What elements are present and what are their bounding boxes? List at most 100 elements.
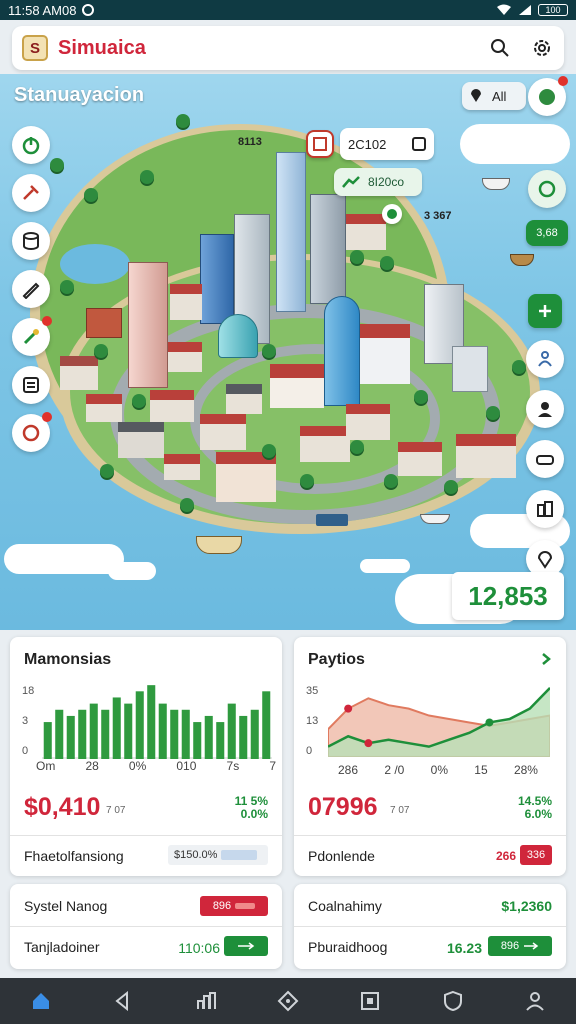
puzzle-icon — [22, 424, 40, 442]
summary-card-right[interactable]: Coalnahimy $1,2360 Pburaidhoog 16.23 896 — [294, 884, 566, 969]
tower — [324, 296, 360, 406]
database-icon — [23, 232, 39, 250]
power-button[interactable] — [12, 126, 50, 164]
add-button[interactable] — [528, 294, 562, 328]
check-marker[interactable] — [382, 204, 402, 224]
chevron-right-icon[interactable] — [540, 653, 552, 665]
house — [86, 308, 122, 338]
x-tick: 286 — [338, 763, 359, 777]
house — [226, 384, 262, 414]
profile-icon[interactable] — [515, 981, 555, 1021]
bar — [124, 703, 133, 759]
bar-chart — [42, 685, 272, 759]
growth-chip[interactable]: 8I20co — [334, 168, 422, 196]
tree — [132, 394, 146, 408]
row-value-pill[interactable]: 336 — [520, 845, 552, 865]
map-marker-chip[interactable] — [306, 130, 334, 158]
box-icon — [412, 137, 426, 151]
home-icon[interactable] — [21, 981, 61, 1021]
back-icon[interactable] — [103, 981, 143, 1021]
data-point — [364, 739, 373, 748]
signal-icon — [519, 5, 531, 15]
bar — [89, 703, 98, 759]
tree — [350, 440, 364, 454]
row-value-pill[interactable]: $150.0% — [168, 845, 268, 865]
house — [452, 346, 488, 392]
cloud — [360, 559, 410, 573]
action-pill[interactable]: 896 — [488, 936, 552, 956]
shield-icon[interactable] — [433, 981, 473, 1021]
x-tick: 010 — [176, 759, 197, 773]
boat — [510, 254, 534, 266]
tree — [176, 114, 190, 128]
people-icon — [538, 351, 552, 367]
tree — [140, 170, 154, 184]
value-chip[interactable]: 2C102 — [340, 128, 434, 160]
alerts-button[interactable] — [12, 412, 52, 452]
map-profile-button[interactable] — [528, 76, 568, 116]
right-tool-rail — [526, 294, 564, 578]
alert-pill[interactable]: 896 — [200, 896, 268, 916]
x-tick: 28 — [85, 759, 99, 773]
list-button[interactable] — [12, 366, 50, 404]
bar — [239, 715, 248, 759]
row-label: Pdonlende — [308, 848, 375, 864]
payments-unit: 7 07 — [390, 805, 410, 816]
people-button[interactable] — [526, 340, 564, 378]
location-icon — [471, 89, 481, 102]
buildings-button[interactable] — [526, 490, 564, 528]
left-tool-rail — [12, 126, 52, 452]
cloud — [108, 562, 156, 580]
row-value: 266 — [495, 849, 516, 863]
filter-label: All — [492, 88, 507, 104]
city-map[interactable]: Stanuayacion 8113 2C102 8I20co 3 367 All — [0, 74, 576, 630]
chart-icon — [313, 137, 327, 151]
tower — [276, 152, 306, 312]
compass-icon[interactable] — [268, 981, 308, 1021]
summary-card-left[interactable]: Systel Nanog 896 Tanjladoiner 110:06 — [10, 884, 282, 969]
tower — [200, 234, 234, 324]
bar — [43, 722, 52, 759]
stop-icon[interactable] — [350, 981, 390, 1021]
citizen-button[interactable] — [526, 390, 564, 428]
settings-icon[interactable] — [530, 36, 554, 60]
transport-button[interactable] — [526, 440, 564, 478]
notification-icon — [82, 4, 95, 16]
tree — [50, 158, 64, 172]
house — [346, 404, 390, 440]
x-tick: 28% — [513, 763, 538, 777]
bar — [227, 703, 236, 759]
divider — [10, 835, 282, 836]
y-tick: 0 — [22, 745, 29, 757]
app-title: Simuaica — [58, 36, 146, 59]
search-icon[interactable] — [488, 36, 512, 60]
money-chip[interactable]: 3,68 — [526, 220, 568, 246]
alert-badge — [558, 76, 568, 86]
house — [60, 356, 98, 390]
hammer-icon — [23, 185, 39, 200]
metric-card-right[interactable]: Paytios 35 13 0 286 2 /0 0% 15 28% 07996 7 0… — [294, 637, 566, 876]
alert-badge — [42, 316, 52, 326]
house — [346, 214, 386, 250]
eco-button[interactable] — [528, 170, 566, 208]
row-value: 110:06 — [178, 940, 220, 956]
wrench-icon — [23, 329, 39, 345]
bar — [262, 691, 271, 759]
tree — [300, 474, 314, 488]
storage-button[interactable] — [12, 222, 50, 260]
payments-value: 07996 — [308, 793, 378, 821]
tools-button[interactable] — [12, 316, 52, 356]
build-button[interactable] — [12, 174, 50, 212]
house — [360, 324, 410, 384]
filter-chip[interactable]: All — [462, 82, 526, 110]
stats-icon[interactable] — [186, 981, 226, 1021]
edit-button[interactable] — [12, 270, 50, 308]
car-icon — [536, 455, 554, 465]
growth-pct-bottom: 6.0% — [524, 807, 552, 821]
tree — [84, 188, 98, 202]
alert-pill-value: 896 — [212, 900, 232, 912]
leaf-icon — [539, 89, 555, 105]
metric-card-left[interactable]: Mamonsias 18 3 0 Om 28 0% 010 7s 7 $0,410 7 0… — [10, 637, 282, 876]
action-pill[interactable] — [224, 936, 268, 956]
bar — [55, 709, 64, 759]
